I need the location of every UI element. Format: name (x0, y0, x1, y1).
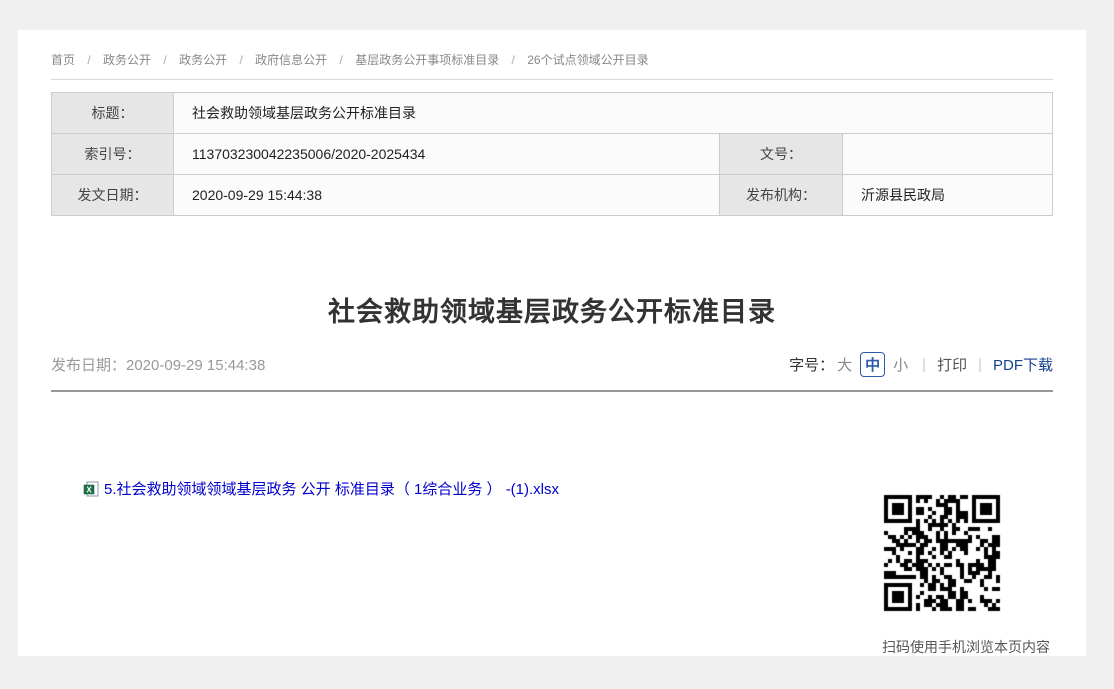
table-row: 发文日期： 2020-09-29 15:44:38 发布机构： 沂源县民政局 (52, 175, 1053, 216)
article-toolbar: 字号： 大 中 小 | 打印 | PDF下载 (789, 352, 1053, 377)
breadcrumb-divider (51, 79, 1053, 80)
title-label: 标题： (52, 93, 174, 134)
attachment-link[interactable]: 5.社会救助领域领域基层政务 公开 标准目录（ 1综合业务 ） -(1).xls… (104, 481, 559, 498)
doc-number-label: 文号： (720, 134, 843, 175)
title-value: 社会救助领域基层政务公开标准目录 (174, 93, 1053, 134)
publish-date: 发布日期：2020-09-29 15:44:38 (51, 354, 265, 375)
font-size-small-button[interactable]: 小 (893, 354, 908, 375)
breadcrumb: 首页 / 政务公开 / 政务公开 / 政府信息公开 / 基层政务公开事项标准目录… (51, 30, 1053, 67)
breadcrumb-separator: / (87, 53, 90, 67)
document-meta-table: 标题： 社会救助领域基层政务公开标准目录 索引号： 11370323004223… (51, 92, 1053, 216)
issuing-org-value: 沂源县民政局 (843, 175, 1053, 216)
content-divider (51, 390, 1053, 392)
index-number-value: 113703230042235006/2020-2025434 (174, 134, 720, 175)
doc-number-value (843, 134, 1053, 175)
article-meta-row: 发布日期：2020-09-29 15:44:38 字号： 大 中 小 | 打印 … (51, 351, 1053, 377)
breadcrumb-separator: / (163, 53, 166, 67)
breadcrumb-separator: / (239, 53, 242, 67)
breadcrumb-zhengwu-gongkai-1[interactable]: 政务公开 (103, 53, 151, 67)
qr-block: 扫码使用手机浏览本页内容 (882, 493, 1050, 657)
breadcrumb-gov-info[interactable]: 政府信息公开 (255, 53, 327, 67)
toolbar-divider: | (922, 356, 926, 373)
breadcrumb-pilot-catalog: 26个试点领域公开目录 (527, 53, 648, 67)
font-size-medium-button[interactable]: 中 (860, 352, 885, 377)
table-row: 索引号： 113703230042235006/2020-2025434 文号： (52, 134, 1053, 175)
font-size-large-button[interactable]: 大 (837, 354, 852, 375)
excel-file-icon: X (83, 481, 99, 501)
qr-code (882, 493, 1002, 613)
table-row: 标题： 社会救助领域基层政务公开标准目录 (52, 93, 1053, 134)
svg-text:X: X (86, 486, 92, 495)
print-button[interactable]: 打印 (937, 354, 967, 375)
font-size-label: 字号： (789, 354, 834, 375)
pdf-download-button[interactable]: PDF下载 (993, 354, 1053, 375)
breadcrumb-home[interactable]: 首页 (51, 53, 75, 67)
index-number-label: 索引号： (52, 134, 174, 175)
issue-date-label: 发文日期： (52, 175, 174, 216)
qr-caption: 扫码使用手机浏览本页内容 (882, 637, 1050, 657)
content-card: 首页 / 政务公开 / 政务公开 / 政府信息公开 / 基层政务公开事项标准目录… (18, 30, 1086, 656)
breadcrumb-separator: / (512, 53, 515, 67)
issuing-org-label: 发布机构： (720, 175, 843, 216)
breadcrumb-standard-catalog[interactable]: 基层政务公开事项标准目录 (355, 53, 499, 67)
toolbar-divider: | (978, 356, 982, 373)
breadcrumb-separator: / (340, 53, 343, 67)
breadcrumb-zhengwu-gongkai-2[interactable]: 政务公开 (179, 53, 227, 67)
page-title: 社会救助领域基层政务公开标准目录 (51, 290, 1053, 329)
issue-date-value: 2020-09-29 15:44:38 (174, 175, 720, 216)
